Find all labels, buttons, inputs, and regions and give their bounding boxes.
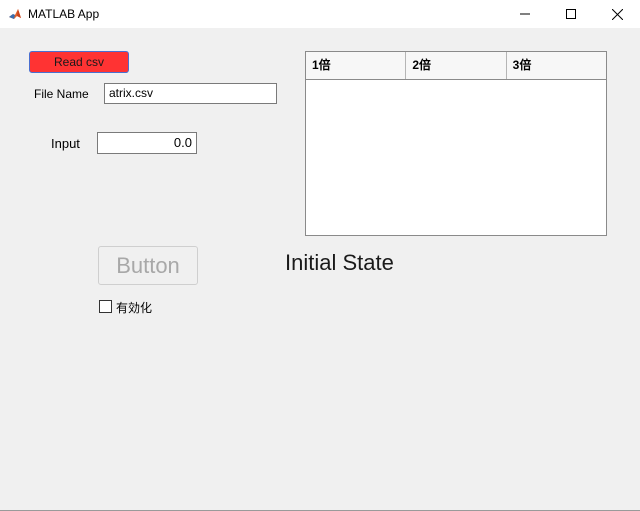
title-bar: MATLAB App bbox=[0, 0, 640, 28]
window-title: MATLAB App bbox=[28, 7, 100, 21]
table-header: 1倍 2倍 3倍 bbox=[306, 52, 606, 80]
disabled-button[interactable]: Button bbox=[98, 246, 198, 285]
minimize-icon bbox=[520, 9, 530, 19]
close-icon bbox=[611, 8, 623, 20]
maximize-icon bbox=[566, 9, 576, 19]
app-window: MATLAB App Read csv File Name atrix.csv … bbox=[0, 0, 640, 511]
input-label: Input bbox=[51, 136, 80, 151]
column-header-1[interactable]: 1倍 bbox=[306, 52, 407, 79]
matlab-logo-icon bbox=[8, 7, 22, 21]
read-csv-button[interactable]: Read csv bbox=[29, 51, 129, 73]
column-header-3[interactable]: 3倍 bbox=[507, 52, 606, 79]
enable-checkbox[interactable] bbox=[99, 300, 112, 313]
file-name-label: File Name bbox=[34, 87, 89, 101]
minimize-button[interactable] bbox=[502, 0, 548, 28]
data-table[interactable]: 1倍 2倍 3倍 bbox=[305, 51, 607, 236]
state-label: Initial State bbox=[285, 250, 394, 275]
file-name-field[interactable]: atrix.csv bbox=[104, 83, 277, 104]
enable-checkbox-label[interactable]: 有効化 bbox=[116, 299, 152, 316]
input-field[interactable]: 0.0 bbox=[97, 132, 197, 154]
column-header-2[interactable]: 2倍 bbox=[406, 52, 507, 79]
maximize-button[interactable] bbox=[548, 0, 594, 28]
close-button[interactable] bbox=[594, 0, 640, 28]
